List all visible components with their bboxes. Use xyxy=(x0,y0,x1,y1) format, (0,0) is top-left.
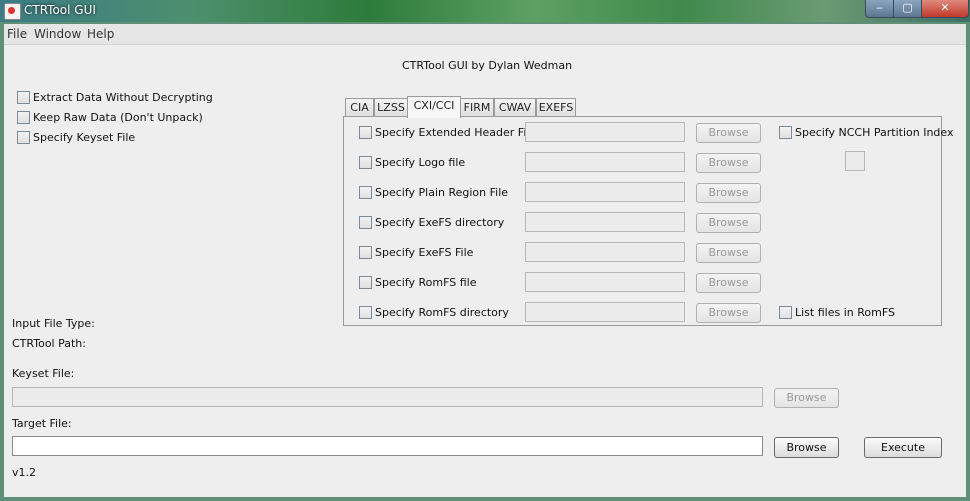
cxi-option-label: Specify ExeFS directory xyxy=(375,216,505,229)
checkbox[interactable] xyxy=(359,216,372,229)
cxi-browse-button[interactable]: Browse xyxy=(696,213,761,233)
option-label: List files in RomFS xyxy=(795,306,895,319)
app-icon xyxy=(4,3,21,20)
cxi-option-label: Specify RomFS directory xyxy=(375,306,509,319)
tab-cia[interactable]: CIA xyxy=(345,98,374,117)
cxi-browse-button[interactable]: Browse xyxy=(696,243,761,263)
tab-cwav[interactable]: CWAV xyxy=(494,98,536,117)
cxi-option-label: Specify ExeFS File xyxy=(375,246,474,259)
cxi-path-field[interactable] xyxy=(525,272,685,292)
input-file-type-label: Input File Type: xyxy=(12,317,95,330)
checkbox[interactable] xyxy=(17,111,30,124)
menu-file[interactable]: File xyxy=(7,27,27,41)
option-label: Specify NCCH Partition Index xyxy=(795,126,954,139)
checkbox[interactable] xyxy=(359,246,372,259)
maximize-button[interactable]: ▢ xyxy=(893,0,922,18)
header-caption: CTRTool GUI by Dylan Wedman xyxy=(402,59,573,72)
menu-window[interactable]: Window xyxy=(34,27,81,41)
checkbox[interactable] xyxy=(359,156,372,169)
target-browse-button[interactable]: Browse xyxy=(774,437,839,458)
tab-cxi-cci[interactable]: CXI/CCI xyxy=(407,96,461,118)
minimize-button[interactable]: ‒ xyxy=(865,0,894,18)
checkbox[interactable] xyxy=(17,91,30,104)
cxi-option-label: Specify RomFS file xyxy=(375,276,477,289)
cxi-browse-button[interactable]: Browse xyxy=(696,153,761,173)
cxi-option-label: Specify Plain Region File xyxy=(375,186,509,199)
cxi-browse-button[interactable]: Browse xyxy=(696,183,761,203)
tab-exefs[interactable]: EXEFS xyxy=(536,98,576,117)
option-label: Extract Data Without Decrypting xyxy=(33,91,213,104)
checkbox[interactable] xyxy=(779,306,792,319)
cxi-path-field[interactable] xyxy=(525,152,685,172)
keyset-browse-button[interactable]: Browse xyxy=(774,388,839,408)
tab-lzss[interactable]: LZSS xyxy=(374,98,408,117)
menu-help[interactable]: Help xyxy=(87,27,114,41)
checkbox[interactable] xyxy=(359,276,372,289)
cxi-browse-button[interactable]: Browse xyxy=(696,273,761,293)
option-label: Keep Raw Data (Don't Unpack) xyxy=(33,111,203,124)
close-button[interactable]: ✕ xyxy=(921,0,969,18)
ncch-partition-index-field[interactable] xyxy=(845,151,865,171)
cxi-path-field[interactable] xyxy=(525,122,685,142)
cxi-path-field[interactable] xyxy=(525,242,685,262)
checkbox[interactable] xyxy=(17,131,30,144)
title-bar[interactable]: CTRTool GUI ‒ ▢ ✕ xyxy=(0,0,970,22)
keyset-file-label: Keyset File: xyxy=(12,367,75,380)
ctrtool-path-label: CTRTool Path: xyxy=(12,337,86,350)
checkbox[interactable] xyxy=(359,126,372,139)
tab-firm[interactable]: FIRM xyxy=(460,98,494,117)
window-title: CTRTool GUI xyxy=(24,3,96,17)
version-label: v1.2 xyxy=(12,466,37,479)
cxi-path-field[interactable] xyxy=(525,302,685,322)
checkbox[interactable] xyxy=(359,186,372,199)
cxi-path-field[interactable] xyxy=(525,182,685,202)
option-label: Specify Keyset File xyxy=(33,131,136,144)
cxi-browse-button[interactable]: Browse xyxy=(696,123,761,143)
cxi-browse-button[interactable]: Browse xyxy=(696,303,761,323)
menu-bar: File Window Help xyxy=(4,24,966,45)
checkbox[interactable] xyxy=(779,126,792,139)
checkbox[interactable] xyxy=(359,306,372,319)
execute-button[interactable]: Execute xyxy=(864,437,942,458)
cxi-option-label: Specify Extended Header File xyxy=(375,126,537,139)
keyset-file-field[interactable] xyxy=(12,387,763,407)
target-file-label: Target File: xyxy=(12,417,72,430)
cxi-option-label: Specify Logo file xyxy=(375,156,466,169)
target-file-field[interactable] xyxy=(12,436,763,456)
cxi-path-field[interactable] xyxy=(525,212,685,232)
